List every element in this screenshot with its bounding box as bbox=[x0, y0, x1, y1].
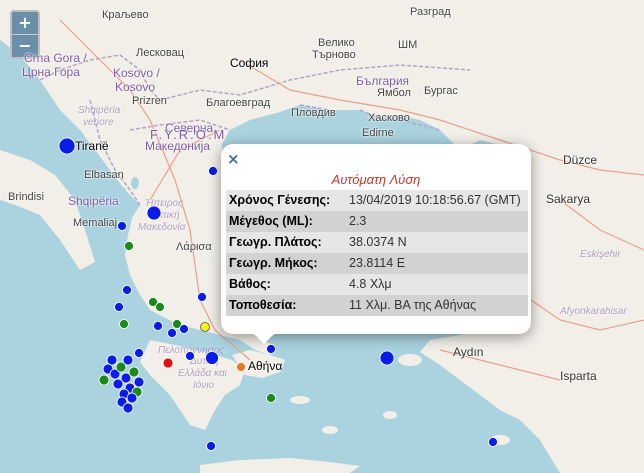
row-key: Χρόνος Γένεσης: bbox=[226, 190, 346, 211]
quake-marker[interactable] bbox=[206, 441, 216, 451]
row-key: Βάθος: bbox=[226, 274, 346, 295]
quake-marker[interactable] bbox=[126, 392, 138, 404]
popup-tip bbox=[254, 334, 274, 344]
quake-marker-selected[interactable] bbox=[266, 344, 276, 354]
quake-marker[interactable] bbox=[122, 402, 134, 414]
table-row: Γεωγρ. Μήκος: 23.8114 E bbox=[226, 253, 528, 274]
quake-marker[interactable] bbox=[124, 241, 134, 251]
quake-marker[interactable] bbox=[114, 302, 124, 312]
quake-marker[interactable] bbox=[162, 357, 174, 369]
quake-marker[interactable] bbox=[155, 302, 165, 312]
row-value: 13/04/2019 10:18:56.67 (GMT) bbox=[346, 190, 528, 211]
quake-marker[interactable] bbox=[133, 376, 145, 388]
row-value: 2.3 bbox=[346, 211, 528, 232]
table-row: Χρόνος Γένεσης: 13/04/2019 10:18:56.67 (… bbox=[226, 190, 528, 211]
quake-marker[interactable] bbox=[179, 324, 189, 334]
quake-marker[interactable] bbox=[106, 354, 118, 366]
quake-marker[interactable] bbox=[167, 328, 177, 338]
quake-marker[interactable] bbox=[153, 321, 163, 331]
quake-marker[interactable] bbox=[134, 348, 144, 358]
row-key: Τοποθεσία: bbox=[226, 295, 346, 316]
row-value: 4.8 Χλμ bbox=[346, 274, 528, 295]
row-key: Γεωγρ. Μήκος: bbox=[226, 253, 346, 274]
quake-marker[interactable] bbox=[146, 205, 162, 221]
quake-marker[interactable] bbox=[266, 393, 276, 403]
row-key: Μέγεθος (ML): bbox=[226, 211, 346, 232]
close-icon[interactable]: × bbox=[227, 150, 240, 168]
table-row: Γεωγρ. Πλάτος: 38.0374 N bbox=[226, 232, 528, 253]
quake-marker[interactable] bbox=[119, 319, 129, 329]
map-view[interactable]: + − Краљево Разград Crna Gora / Црна Гор… bbox=[0, 0, 644, 473]
quake-marker[interactable] bbox=[185, 351, 195, 361]
table-row: Βάθος: 4.8 Χλμ bbox=[226, 274, 528, 295]
quake-marker[interactable] bbox=[117, 221, 127, 231]
popup-title: Αυτόματη Λύση bbox=[331, 172, 421, 187]
quake-marker[interactable] bbox=[112, 378, 124, 390]
table-row: Τοποθεσία: 11 Χλμ. ΒΑ της Αθήνας bbox=[226, 295, 528, 316]
quake-marker[interactable] bbox=[197, 292, 207, 302]
quake-marker[interactable] bbox=[200, 322, 210, 332]
row-value: 11 Χλμ. ΒΑ της Αθήνας bbox=[346, 295, 528, 316]
quake-marker[interactable] bbox=[379, 350, 395, 366]
quake-marker[interactable] bbox=[128, 366, 140, 378]
row-value: 38.0374 N bbox=[346, 232, 528, 253]
quake-marker[interactable] bbox=[205, 351, 219, 365]
quake-marker[interactable] bbox=[58, 137, 76, 155]
quake-marker[interactable] bbox=[236, 362, 246, 372]
table-row: Μέγεθος (ML): 2.3 bbox=[226, 211, 528, 232]
quake-info-popup: × Αυτόματη Λύση Χρόνος Γένεσης: 13/04/20… bbox=[221, 144, 531, 344]
row-value: 23.8114 E bbox=[346, 253, 528, 274]
quake-marker[interactable] bbox=[98, 374, 110, 386]
row-key: Γεωγρ. Πλάτος: bbox=[226, 232, 346, 253]
quake-marker[interactable] bbox=[122, 285, 132, 295]
quake-marker[interactable] bbox=[488, 437, 498, 447]
quake-marker[interactable] bbox=[122, 354, 134, 366]
quake-details-table: Χρόνος Γένεσης: 13/04/2019 10:18:56.67 (… bbox=[226, 190, 528, 316]
quake-marker[interactable] bbox=[208, 166, 218, 176]
